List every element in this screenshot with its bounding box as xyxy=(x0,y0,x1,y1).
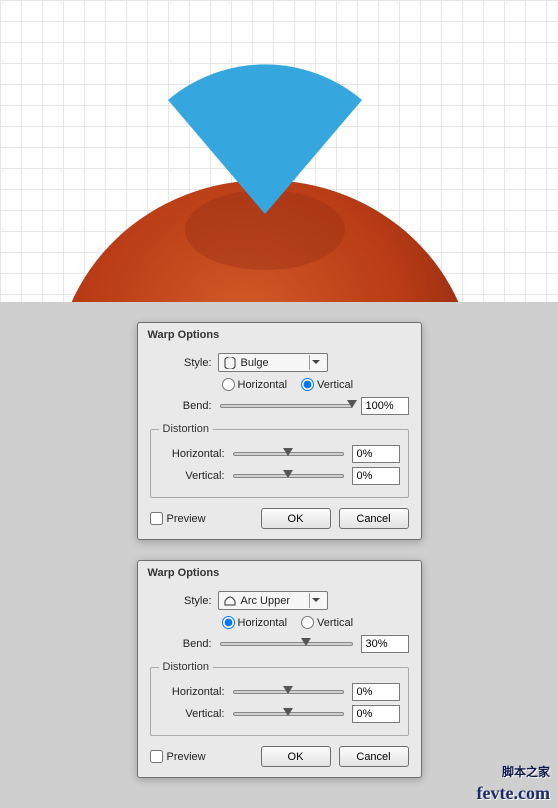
preview-checkbox-input[interactable] xyxy=(150,512,163,525)
arc-upper-icon xyxy=(223,595,237,607)
panels-area: Warp Options Style: Bulge Horizontal xyxy=(0,302,558,808)
orientation-vertical[interactable]: Vertical xyxy=(301,616,353,629)
radio-vertical[interactable] xyxy=(301,378,314,391)
bend-slider-thumb[interactable] xyxy=(347,400,357,408)
horizontal-label: Horizontal xyxy=(238,617,288,629)
bend-label: Bend: xyxy=(150,638,212,650)
dialog-title: Warp Options xyxy=(138,323,421,345)
dist-vertical-slider[interactable] xyxy=(233,712,344,716)
radio-vertical[interactable] xyxy=(301,616,314,629)
preview-checkbox[interactable]: Preview xyxy=(150,750,206,763)
dist-vertical-slider[interactable] xyxy=(233,474,344,478)
bend-slider[interactable] xyxy=(220,642,353,646)
warp-options-dialog-1: Warp Options Style: Bulge Horizontal xyxy=(137,322,422,540)
chevron-down-icon xyxy=(309,355,323,370)
style-value: Arc Upper xyxy=(241,595,305,607)
dist-vertical-label: Vertical: xyxy=(159,470,225,482)
dist-vertical-field[interactable] xyxy=(352,467,400,485)
vertical-label: Vertical xyxy=(317,617,353,629)
dist-vertical-field[interactable] xyxy=(352,705,400,723)
vertical-label: Vertical xyxy=(317,379,353,391)
preview-checkbox-input[interactable] xyxy=(150,750,163,763)
preview-label: Preview xyxy=(167,513,206,525)
dist-vertical-thumb[interactable] xyxy=(283,470,293,478)
dist-horizontal-thumb[interactable] xyxy=(283,448,293,456)
bulge-icon xyxy=(223,357,237,369)
dist-horizontal-label: Horizontal: xyxy=(159,686,225,698)
radio-horizontal[interactable] xyxy=(222,378,235,391)
artwork xyxy=(0,0,558,302)
distortion-group: Distortion Horizontal: Vertical: xyxy=(150,423,409,498)
watermark-main: fevte.com xyxy=(477,783,550,804)
bend-slider[interactable] xyxy=(220,404,353,408)
distortion-legend: Distortion xyxy=(159,423,213,435)
cancel-button[interactable]: Cancel xyxy=(339,746,409,767)
orientation-vertical[interactable]: Vertical xyxy=(301,378,353,391)
orientation-horizontal[interactable]: Horizontal xyxy=(222,378,288,391)
preview-label: Preview xyxy=(167,751,206,763)
orientation-group: Horizontal Vertical xyxy=(222,616,409,629)
bend-value-field[interactable] xyxy=(361,635,409,653)
canvas xyxy=(0,0,558,302)
preview-checkbox[interactable]: Preview xyxy=(150,512,206,525)
ok-button[interactable]: OK xyxy=(261,746,331,767)
dist-horizontal-slider[interactable] xyxy=(233,690,344,694)
cancel-button[interactable]: Cancel xyxy=(339,508,409,529)
orientation-horizontal[interactable]: Horizontal xyxy=(222,616,288,629)
bend-label: Bend: xyxy=(150,400,212,412)
style-value: Bulge xyxy=(241,357,305,369)
distortion-legend: Distortion xyxy=(159,661,213,673)
dist-horizontal-label: Horizontal: xyxy=(159,448,225,460)
dist-vertical-label: Vertical: xyxy=(159,708,225,720)
style-label: Style: xyxy=(150,357,212,369)
bend-value-field[interactable] xyxy=(361,397,409,415)
warp-options-dialog-2: Warp Options Style: Arc Upper Horizontal xyxy=(137,560,422,778)
dialog-title: Warp Options xyxy=(138,561,421,583)
dist-vertical-thumb[interactable] xyxy=(283,708,293,716)
bend-slider-thumb[interactable] xyxy=(301,638,311,646)
style-label: Style: xyxy=(150,595,212,607)
style-select[interactable]: Bulge xyxy=(218,353,328,372)
radio-horizontal[interactable] xyxy=(222,616,235,629)
distortion-group: Distortion Horizontal: Vertical: xyxy=(150,661,409,736)
horizontal-label: Horizontal xyxy=(238,379,288,391)
dist-horizontal-slider[interactable] xyxy=(233,452,344,456)
dist-horizontal-thumb[interactable] xyxy=(283,686,293,694)
watermark-sub: 脚本之家 xyxy=(502,763,550,780)
orientation-group: Horizontal Vertical xyxy=(222,378,409,391)
chevron-down-icon xyxy=(309,593,323,608)
style-select[interactable]: Arc Upper xyxy=(218,591,328,610)
ok-button[interactable]: OK xyxy=(261,508,331,529)
dist-horizontal-field[interactable] xyxy=(352,683,400,701)
dist-horizontal-field[interactable] xyxy=(352,445,400,463)
